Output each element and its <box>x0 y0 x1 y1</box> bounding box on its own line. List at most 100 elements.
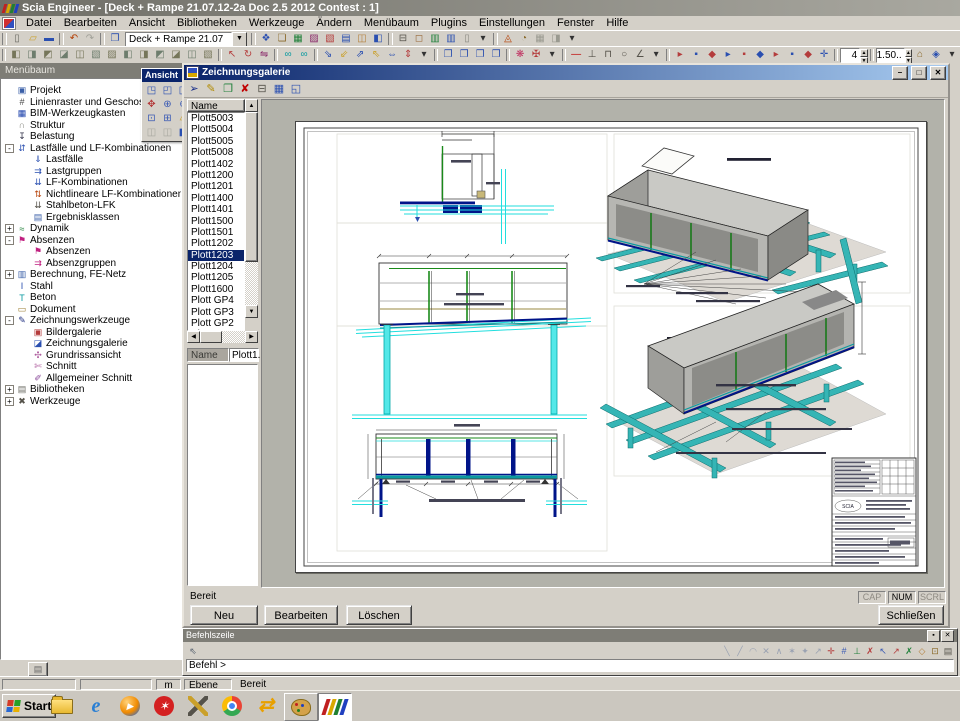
open-icon[interactable]: ▱ <box>25 32 41 46</box>
trim-members-icon[interactable]: ⇖ <box>368 48 384 62</box>
export-picture-icon[interactable]: ▦ <box>271 82 287 96</box>
render-window-icon[interactable]: ▦ <box>290 32 306 46</box>
property-name-value[interactable]: Plott1... <box>229 348 259 362</box>
count-spinner[interactable]: ▲▼ <box>860 49 867 62</box>
red-hand-icon[interactable] <box>148 693 180 719</box>
haunch-icon[interactable]: ◪ <box>168 48 184 62</box>
gallery-list-item[interactable]: Plott1201 <box>188 181 244 192</box>
arbitrary-profile-icon[interactable]: ◫ <box>184 48 200 62</box>
snap-arc-icon[interactable]: ◠ <box>747 644 759 658</box>
insert-member-icon[interactable]: ▪ <box>688 48 704 62</box>
gallery-list-item[interactable]: Plott1200 <box>188 170 244 181</box>
minimize-icon[interactable]: – <box>892 66 908 80</box>
tree-item[interactable]: ▤ Ergebnisklassen <box>1 212 181 224</box>
menu-item[interactable]: Einstellungen <box>473 16 551 30</box>
delete-button[interactable]: Löschen <box>346 605 412 625</box>
gallery-list-item[interactable]: Plott1205 <box>188 272 244 283</box>
project-combo-value[interactable]: Deck + Rampe 21.07 <box>125 32 232 47</box>
tree-item[interactable]: T Beton <box>1 292 181 304</box>
menu-item[interactable]: Ansicht <box>123 16 171 30</box>
zoom-in-icon[interactable]: ⊕ <box>160 98 175 111</box>
edit-picture-icon[interactable]: ✎ <box>203 82 219 96</box>
gallery-list-item[interactable]: Plott GP4 <box>188 295 244 306</box>
update-view-icon[interactable]: ⌂ <box>912 48 928 62</box>
print-picture-icon[interactable]: ⊟ <box>254 82 270 96</box>
palette-icon[interactable] <box>284 693 318 721</box>
tree-item[interactable]: - ✎ Zeichnungswerkzeuge <box>1 315 181 327</box>
regen-icon[interactable]: ✠ <box>528 48 544 62</box>
copy-view-icon[interactable]: ▧ <box>322 32 338 46</box>
calculator-icon[interactable]: ◬ <box>500 32 516 46</box>
angle-icon[interactable]: ∠ <box>632 48 648 62</box>
help-doc-icon[interactable]: ◨ <box>548 32 564 46</box>
view-front-icon[interactable]: ◰ <box>160 84 175 97</box>
new-button[interactable]: Neu <box>190 605 258 625</box>
document-icon[interactable]: ▥ <box>427 32 443 46</box>
scroll-up-icon[interactable]: ▲ <box>245 99 258 112</box>
menu-item[interactable]: Ändern <box>310 16 357 30</box>
polyline-icon[interactable]: ⊓ <box>600 48 616 62</box>
status-plane[interactable]: Ebene XY <box>184 679 232 690</box>
gallery-list-item[interactable]: Plott1400 <box>188 193 244 204</box>
snap-point-icon[interactable]: ✶ <box>786 644 798 658</box>
tree-item[interactable]: ✐ Allgemeiner Schnitt <box>1 373 181 385</box>
tile-windows-icon[interactable]: ❐ <box>488 48 504 62</box>
activity-count-input[interactable]: 4 <box>840 48 860 63</box>
gallery-list-item[interactable]: Plott1401 <box>188 204 244 215</box>
scroll-left-icon[interactable]: ◀ <box>187 331 200 343</box>
cascade-windows-icon[interactable]: ❐ <box>472 48 488 62</box>
tools-icon[interactable] <box>182 693 214 719</box>
tree-item[interactable]: - ⇵ Lastfälle und LF-Kombinationen <box>1 143 181 155</box>
tree-expander[interactable]: + <box>5 397 14 406</box>
disconnect-members-icon[interactable]: ⇙ <box>336 48 352 62</box>
file-explorer-icon[interactable] <box>46 693 78 719</box>
tree-expander[interactable]: - <box>5 236 14 245</box>
gallery-list-item[interactable]: Plott1600 <box>188 284 244 295</box>
gallery-list-item[interactable]: Plott5008 <box>188 147 244 158</box>
tree-item[interactable]: ▭ Dokument <box>1 304 181 316</box>
vertical-scrollbar[interactable] <box>245 112 258 305</box>
select-mode-icon[interactable]: ↖ <box>877 644 889 658</box>
menu-item[interactable]: Bibliotheken <box>171 16 243 30</box>
gallery-list-item[interactable]: Plott1500 <box>188 216 244 227</box>
tree-item[interactable]: ⇉ Lastgruppen <box>1 166 181 178</box>
delete-snap-icon[interactable]: ✗ <box>864 644 876 658</box>
tree-item[interactable]: + ✖ Werkzeuge <box>1 396 181 408</box>
search-icon[interactable]: ◔ <box>516 32 532 46</box>
member-properties-icon[interactable]: ▸ <box>768 48 784 62</box>
tree-item[interactable]: + ▤ Bibliotheken <box>1 384 181 396</box>
view-top-icon[interactable]: ◳ <box>144 84 159 97</box>
dimension-line-icon[interactable]: ▪ <box>784 48 800 62</box>
insert-picture-icon[interactable]: ➢ <box>186 82 202 96</box>
overflow-icon[interactable]: ▾ <box>544 48 560 62</box>
mdi-document-icon[interactable] <box>2 17 16 30</box>
tree-item[interactable]: I Stahl <box>1 281 181 293</box>
label-member-icon[interactable]: ◆ <box>800 48 816 62</box>
scroll-down-icon[interactable]: ▼ <box>245 305 258 318</box>
spin-up-icon[interactable]: ▲ <box>860 49 867 57</box>
truss-icon[interactable]: ▧ <box>200 48 216 62</box>
pin-icon[interactable]: ▪ <box>927 630 940 642</box>
status-unit[interactable]: m <box>156 679 181 690</box>
link-document-icon[interactable]: ◈ <box>928 48 944 62</box>
overflow-icon[interactable]: ▾ <box>416 48 432 62</box>
tree-item[interactable]: ⇓ Lastfälle <box>1 154 181 166</box>
scale-input[interactable]: 1.50.. <box>876 48 905 63</box>
tree-expander[interactable]: - <box>5 144 14 153</box>
wall-icon[interactable]: ◪ <box>56 48 72 62</box>
tree-expander[interactable]: + <box>5 270 14 279</box>
gallery-list-item[interactable]: Plott1203 <box>188 250 244 261</box>
menu-item[interactable]: Fenster <box>551 16 600 30</box>
redo-icon[interactable]: ↷ <box>82 32 98 46</box>
media-player-icon[interactable] <box>114 693 146 719</box>
tree-item[interactable]: ▣ Bildergalerie <box>1 327 181 339</box>
gallery-list-item[interactable]: Plott5005 <box>188 136 244 147</box>
combo-dropdown-icon[interactable]: ▼ <box>232 32 247 47</box>
tree-expander[interactable]: + <box>5 385 14 394</box>
new-document-icon[interactable]: ▯ <box>9 32 25 46</box>
befehlszeile-titlebar[interactable]: Befehlszeile ▪ ✕ <box>183 629 957 642</box>
delete-picture-icon[interactable]: ✘ <box>237 82 253 96</box>
recalc-member-icon[interactable]: ✛ <box>816 48 832 62</box>
insert-hinge-icon[interactable]: ▪ <box>736 48 752 62</box>
horizontal-scrollbar[interactable] <box>200 331 245 343</box>
